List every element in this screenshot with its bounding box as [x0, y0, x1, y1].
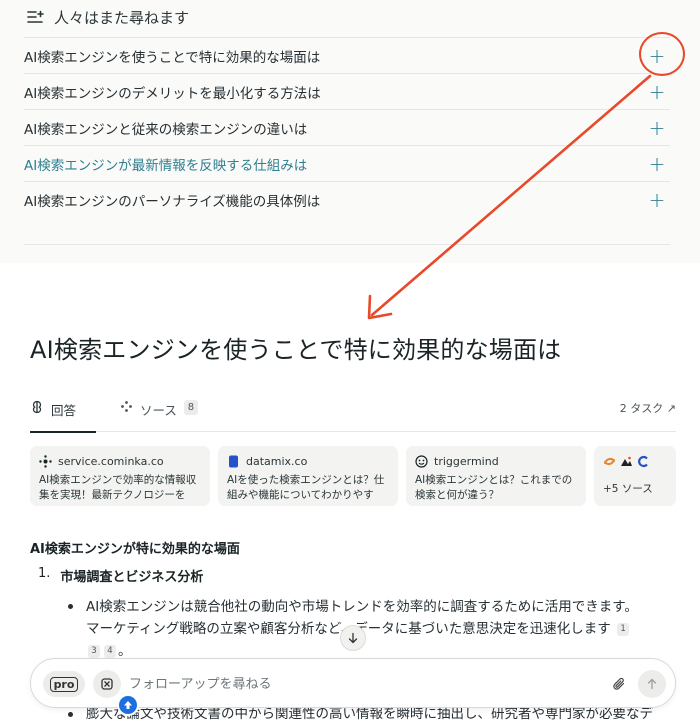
- arrow-up-icon: [647, 678, 657, 690]
- source-site-name: datamix.co: [246, 454, 308, 468]
- source-snippet: AI検索エンジンで効率的な情報収集を実現！最新テクノロジーを徹…: [39, 474, 197, 501]
- sources-count-badge: 8: [183, 400, 198, 415]
- source-snippet: AIを使った検索エンジンとは？仕組みや機能についてわかりやすく…: [227, 474, 385, 501]
- c-logo-favicon-icon: [638, 455, 648, 467]
- tab-sources[interactable]: ソース 8: [120, 396, 198, 432]
- source-site-name: service.cominka.co: [58, 454, 164, 468]
- submit-button[interactable]: [638, 670, 666, 698]
- bullet-dot: [68, 604, 73, 609]
- list-plus-icon: [27, 10, 44, 23]
- triggermind-favicon-icon: [415, 454, 428, 468]
- source-card[interactable]: service.cominka.co AI検索エンジンで効率的な情報収集を実現！…: [30, 446, 210, 506]
- mountain-favicon-icon: [621, 456, 632, 466]
- bullet-text-end: 。: [118, 643, 132, 659]
- arrow-up-circle-icon: [124, 701, 132, 709]
- cominka-favicon-icon: [39, 454, 52, 468]
- more-sources-card[interactable]: +5 ソース: [594, 446, 676, 506]
- related-question-text: AI検索エンジンを使うことで特に効果的な場面は: [24, 49, 321, 66]
- more-sources-count: +5 ソース: [603, 483, 653, 495]
- pro-toggle[interactable]: pro: [43, 671, 85, 697]
- tasks-link[interactable]: 2 タスク ↗: [620, 400, 676, 416]
- list-number: 1.: [38, 566, 51, 581]
- plus-icon[interactable]: +: [646, 152, 668, 176]
- tab-sources-label: ソース: [140, 403, 177, 418]
- upgrade-badge[interactable]: [117, 694, 139, 716]
- related-question-text: AI検索エンジンが最新情報を反映する仕組みは: [24, 157, 308, 174]
- datamix-favicon-icon: [227, 455, 240, 468]
- pro-label: pro: [49, 676, 79, 692]
- source-card[interactable]: triggermind AI検索エンジンとは？これまでの検索と何が違う？: [406, 446, 586, 506]
- related-header: 人々はまた尋ねます: [26, 6, 189, 28]
- plus-icon[interactable]: +: [646, 80, 668, 104]
- source-site: service.cominka.co: [39, 453, 201, 469]
- related-questions-panel: 人々はまた尋ねます AI検索エンジンを使うことで特に効果的な場面は + AI検索…: [0, 0, 700, 263]
- related-question-item[interactable]: AI検索エンジンを使うことで特に効果的な場面は +: [24, 37, 670, 73]
- answer-icon: [32, 400, 42, 414]
- orange-swirl-favicon-icon: [604, 457, 615, 465]
- citation-badge[interactable]: 1: [617, 623, 630, 636]
- page-title: AI検索エンジンを使うことで特に効果的な場面は: [30, 336, 562, 364]
- tab-answer[interactable]: 回答: [30, 396, 96, 433]
- divider: [24, 244, 670, 245]
- answer-tabs: 回答 ソース 8 2 タスク ↗: [30, 396, 676, 433]
- related-question-item[interactable]: AI検索エンジンのパーソナライズ機能の具体例は +: [24, 181, 670, 217]
- list-item-title: 市場調査とビジネス分析: [60, 570, 204, 585]
- list-item: 1. 市場調査とビジネス分析: [38, 566, 203, 585]
- focus-icon: [101, 678, 113, 690]
- source-cards: service.cominka.co AI検索エンジンで効率的な情報収集を実現！…: [30, 446, 676, 506]
- paperclip-icon: [613, 677, 625, 690]
- related-question-item[interactable]: AI検索エンジンと従来の検索エンジンの違いは +: [24, 109, 670, 145]
- source-site: triggermind: [415, 453, 577, 469]
- plus-icon[interactable]: +: [646, 188, 668, 212]
- attach-button[interactable]: [608, 673, 630, 695]
- scroll-down-button[interactable]: [340, 625, 366, 651]
- focus-button[interactable]: [93, 670, 121, 698]
- plus-icon[interactable]: +: [646, 116, 668, 140]
- tab-answer-label: 回答: [51, 403, 77, 418]
- citation-badge[interactable]: 3: [88, 645, 100, 658]
- source-site: datamix.co: [227, 453, 389, 469]
- source-site-name: triggermind: [434, 454, 499, 468]
- arrow-down-icon: [348, 632, 358, 644]
- related-question-item[interactable]: AI検索エンジンのデメリットを最小化する方法は +: [24, 73, 670, 109]
- related-question-text: AI検索エンジンのパーソナライズ機能の具体例は: [24, 193, 321, 210]
- source-snippet: AI検索エンジンとは？これまでの検索と何が違う？: [415, 474, 573, 501]
- related-question-text: AI検索エンジンのデメリットを最小化する方法は: [24, 85, 321, 102]
- followup-input[interactable]: [129, 672, 589, 696]
- answer-heading: AI検索エンジンが特に効果的な場面: [30, 542, 240, 557]
- related-title: 人々はまた尋ねます: [54, 8, 190, 27]
- bullet-paragraph: AI検索エンジンは競合他社の動向や市場トレンドを効率的に調査するために活用できま…: [86, 596, 646, 662]
- source-card[interactable]: datamix.co AIを使った検索エンジンとは？仕組みや機能についてわかりや…: [218, 446, 398, 506]
- related-question-list: AI検索エンジンを使うことで特に効果的な場面は + AI検索エンジンのデメリット…: [24, 37, 670, 217]
- annotation-circle: [639, 32, 685, 76]
- source-favicons: [603, 453, 667, 469]
- sources-icon: [121, 401, 132, 412]
- citation-badge[interactable]: 4: [104, 645, 116, 658]
- related-question-item[interactable]: AI検索エンジンが最新情報を反映する仕組みは +: [24, 145, 670, 181]
- related-question-text: AI検索エンジンと従来の検索エンジンの違いは: [24, 121, 308, 138]
- bullet-dot: [68, 712, 73, 717]
